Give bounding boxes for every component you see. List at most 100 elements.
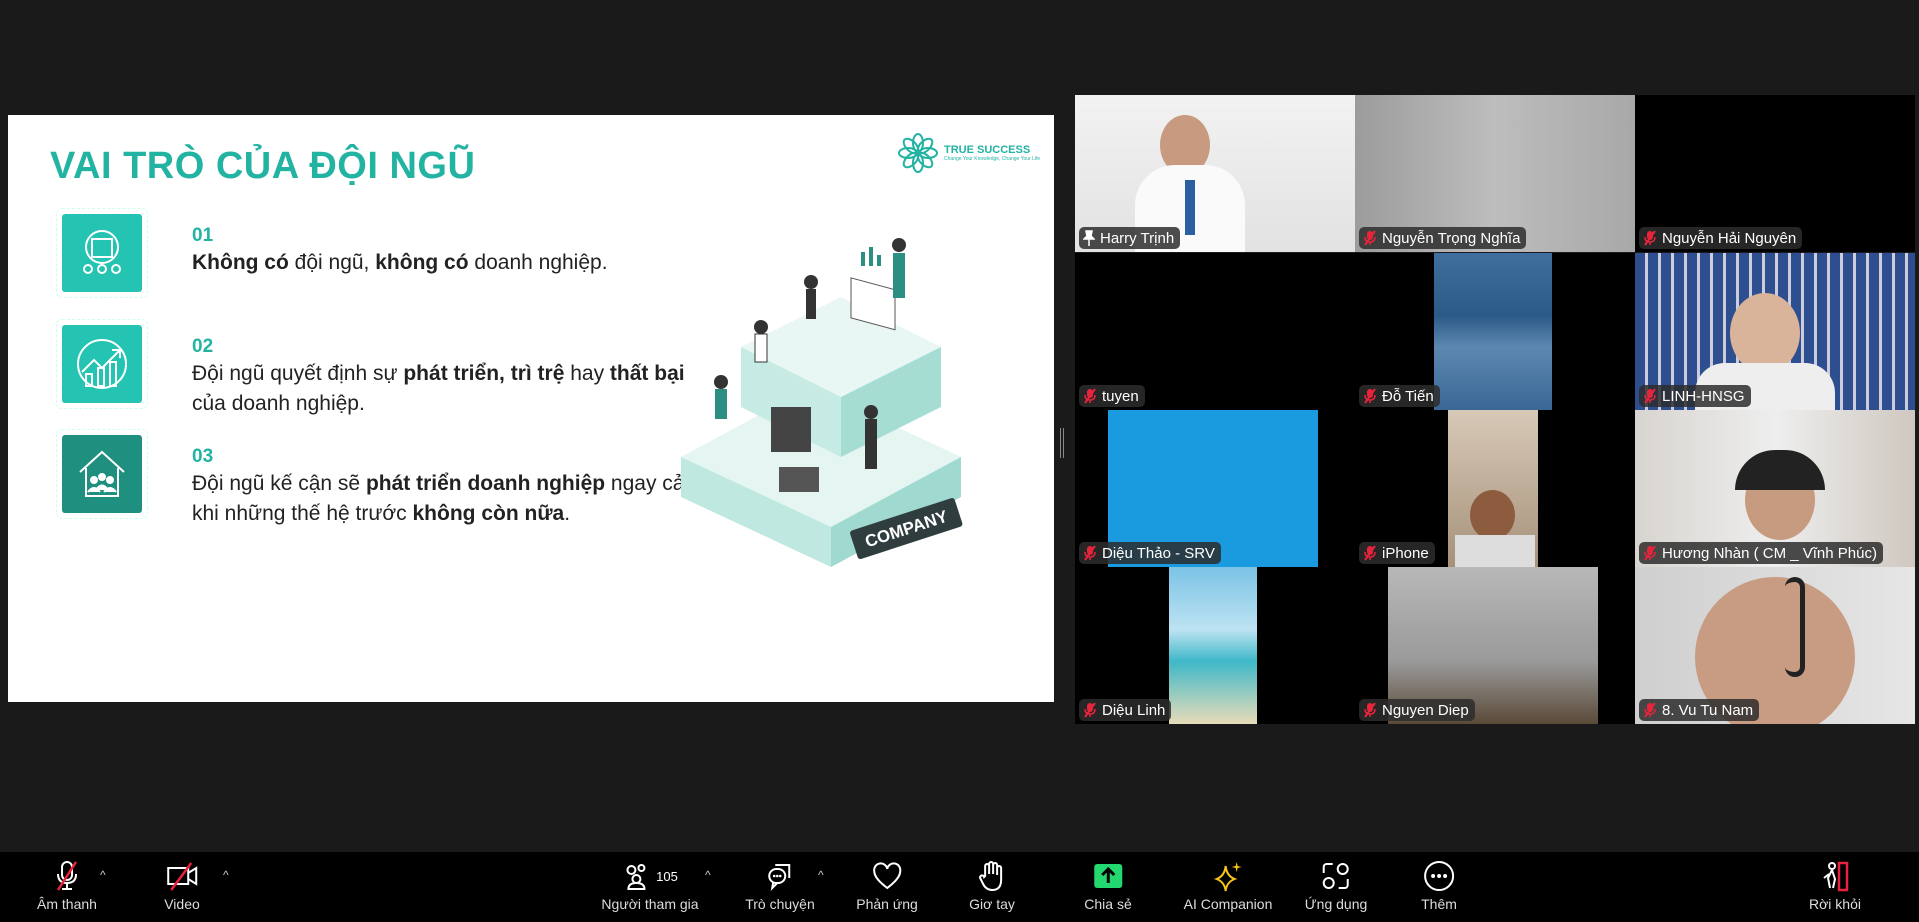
pin-icon bbox=[1083, 230, 1095, 246]
participant-name-label: Nguyễn Trọng Nghĩa bbox=[1359, 227, 1527, 249]
participant-name-label: Nguyen Diep bbox=[1359, 699, 1475, 721]
participant-name: tuyen bbox=[1102, 387, 1139, 405]
mic-muted-icon bbox=[1084, 388, 1096, 404]
participant-tile[interactable]: Harry Trịnh bbox=[1075, 95, 1355, 252]
audio-button[interactable]: Âm thanh bbox=[37, 860, 97, 912]
logo-tagline: Change Your Knowledge, Change Your Life bbox=[944, 156, 1041, 162]
mic-muted-icon bbox=[1364, 230, 1376, 246]
flower-logo-icon bbox=[898, 133, 938, 173]
raise-hand-button[interactable]: Giơ tay bbox=[969, 860, 1015, 912]
toolbar-label: Thêm bbox=[1421, 896, 1457, 912]
participant-name: Hương Nhàn ( CM _ Vĩnh Phúc) bbox=[1662, 544, 1877, 562]
participant-tile[interactable]: Diệu Thảo - SRV bbox=[1075, 410, 1355, 567]
participant-tile[interactable]: Diệu Linh bbox=[1075, 567, 1355, 724]
mic-muted-icon bbox=[1084, 545, 1096, 561]
chat-button[interactable]: Trò chuyện bbox=[745, 860, 815, 912]
participant-tile[interactable]: Hương Nhàn ( CM _ Vĩnh Phúc) bbox=[1635, 410, 1915, 567]
participant-name: Nguyen Diep bbox=[1382, 701, 1469, 719]
share-screen-icon bbox=[1094, 864, 1122, 888]
participant-name-label: iPhone bbox=[1359, 542, 1435, 564]
item-text-part: Không có bbox=[192, 251, 289, 274]
participant-name-label: Hương Nhàn ( CM _ Vĩnh Phúc) bbox=[1639, 542, 1883, 564]
participant-name: Diệu Thảo - SRV bbox=[1102, 544, 1215, 562]
participant-tile[interactable]: tuyen bbox=[1075, 253, 1355, 410]
true-success-logo: TRUE SUCCESS Change Your Knowledge, Chang… bbox=[898, 133, 1040, 173]
toolbar-label: AI Companion bbox=[1183, 896, 1273, 912]
participant-tile[interactable]: Nguyễn Trọng Nghĩa bbox=[1355, 95, 1635, 252]
mic-muted-icon bbox=[1084, 702, 1096, 718]
leave-button[interactable]: Rời khỏi bbox=[1809, 860, 1861, 912]
participant-name: Nguyễn Hải Nguyên bbox=[1662, 229, 1797, 247]
item-text-part: của doanh nghiệp. bbox=[192, 392, 365, 415]
participant-tile[interactable]: 8. Vu Tu Nam bbox=[1635, 567, 1915, 724]
item-text-part: doanh nghiệp. bbox=[468, 251, 608, 274]
video-options-caret[interactable]: ^ bbox=[223, 868, 229, 882]
participant-name-label: Diệu Linh bbox=[1079, 699, 1172, 721]
participant-name: LINH-HNSG bbox=[1662, 387, 1745, 405]
participant-name: Đỗ Tiến bbox=[1382, 387, 1434, 405]
chat-options-caret[interactable]: ^ bbox=[818, 868, 824, 882]
participant-tile[interactable]: LINH-HNSG bbox=[1635, 253, 1915, 410]
toolbar-label: Trò chuyện bbox=[745, 896, 815, 912]
participant-name-label: Harry Trịnh bbox=[1079, 227, 1181, 249]
participant-name: iPhone bbox=[1382, 544, 1429, 562]
toolbar-label: Phản ứng bbox=[856, 896, 918, 912]
item-number: 02 bbox=[192, 336, 214, 357]
item-text-part: hay bbox=[564, 362, 610, 385]
toolbar-label: Âm thanh bbox=[37, 896, 97, 912]
sparkle-icon bbox=[1214, 862, 1242, 892]
participant-name: Harry Trịnh bbox=[1100, 229, 1175, 247]
item-text-part: không có bbox=[375, 251, 469, 274]
participant-name: Diệu Linh bbox=[1102, 701, 1166, 719]
participants-icon bbox=[626, 864, 646, 890]
item-text-part: . bbox=[564, 502, 571, 525]
item-number: 01 bbox=[192, 225, 214, 246]
participant-name-label: 8. Vu Tu Nam bbox=[1639, 699, 1760, 721]
participant-tile[interactable]: iPhone bbox=[1355, 410, 1635, 567]
more-icon bbox=[1423, 861, 1454, 891]
participant-tile[interactable]: Đỗ Tiến bbox=[1355, 253, 1635, 410]
audio-options-caret[interactable]: ^ bbox=[100, 868, 106, 882]
slide-title: VAI TRÒ CỦA ĐỘI NGŨ bbox=[50, 145, 476, 187]
video-off-icon bbox=[167, 862, 197, 891]
reactions-button[interactable]: Phản ứng bbox=[856, 860, 918, 912]
ai-companion-button[interactable]: AI Companion bbox=[1183, 860, 1273, 912]
toolbar-label: Người tham gia bbox=[601, 896, 699, 912]
mic-muted-icon bbox=[1644, 388, 1656, 404]
participant-tile[interactable]: Nguyễn Hải Nguyên bbox=[1635, 95, 1915, 252]
participant-name-label: Nguyễn Hải Nguyên bbox=[1639, 227, 1803, 249]
apps-button[interactable]: Ứng dụng bbox=[1304, 860, 1368, 912]
toolbar-label: Video bbox=[164, 896, 200, 912]
participant-name: 8. Vu Tu Nam bbox=[1662, 701, 1754, 719]
toolbar-label: Rời khỏi bbox=[1809, 896, 1861, 912]
video-button[interactable]: Video bbox=[164, 860, 200, 912]
item-icon-box bbox=[56, 429, 148, 519]
chat-icon bbox=[767, 864, 790, 891]
participants-button[interactable]: 105 Người tham gia bbox=[601, 860, 699, 912]
item-icon bbox=[62, 325, 142, 403]
item-icon-box bbox=[56, 208, 148, 298]
participant-name-label: tuyen bbox=[1079, 385, 1145, 407]
slide-item-01: 01 Không có đội ngũ, không có doanh nghiệ… bbox=[56, 208, 608, 298]
office-illustration: COMPANY bbox=[681, 238, 963, 567]
meeting-toolbar: Âm thanh ^ Video ^ 105 Người tham gia ^ T… bbox=[0, 852, 1919, 922]
item-text-part: phát triển doanh nghiệp bbox=[365, 472, 606, 495]
more-button[interactable]: Thêm bbox=[1421, 860, 1457, 912]
logo-name: TRUE SUCCESS bbox=[944, 144, 1031, 156]
item-icon bbox=[62, 435, 142, 513]
toolbar-label: Chia sẻ bbox=[1084, 896, 1132, 912]
resize-handle[interactable] bbox=[1060, 428, 1064, 458]
item-icon-box bbox=[56, 319, 148, 409]
item-text-part: Đội ngũ kế cận sẽ bbox=[192, 472, 366, 495]
participant-tile[interactable]: Nguyen Diep bbox=[1355, 567, 1635, 724]
item-text-part: không còn nữa bbox=[412, 502, 565, 525]
share-button[interactable]: Chia sẻ bbox=[1084, 860, 1132, 912]
mic-muted-icon bbox=[1644, 545, 1656, 561]
participants-options-caret[interactable]: ^ bbox=[705, 868, 711, 882]
item-text: Đội ngũ kế cận sẽ phát triển doanh nghiệ… bbox=[192, 469, 712, 529]
item-text-part: Đội ngũ quyết định sự bbox=[192, 362, 404, 385]
toolbar-label: Ứng dụng bbox=[1304, 896, 1368, 912]
participant-name-label: Diệu Thảo - SRV bbox=[1079, 542, 1221, 564]
participant-name-label: Đỗ Tiến bbox=[1359, 385, 1440, 407]
hand-icon bbox=[978, 861, 1002, 892]
